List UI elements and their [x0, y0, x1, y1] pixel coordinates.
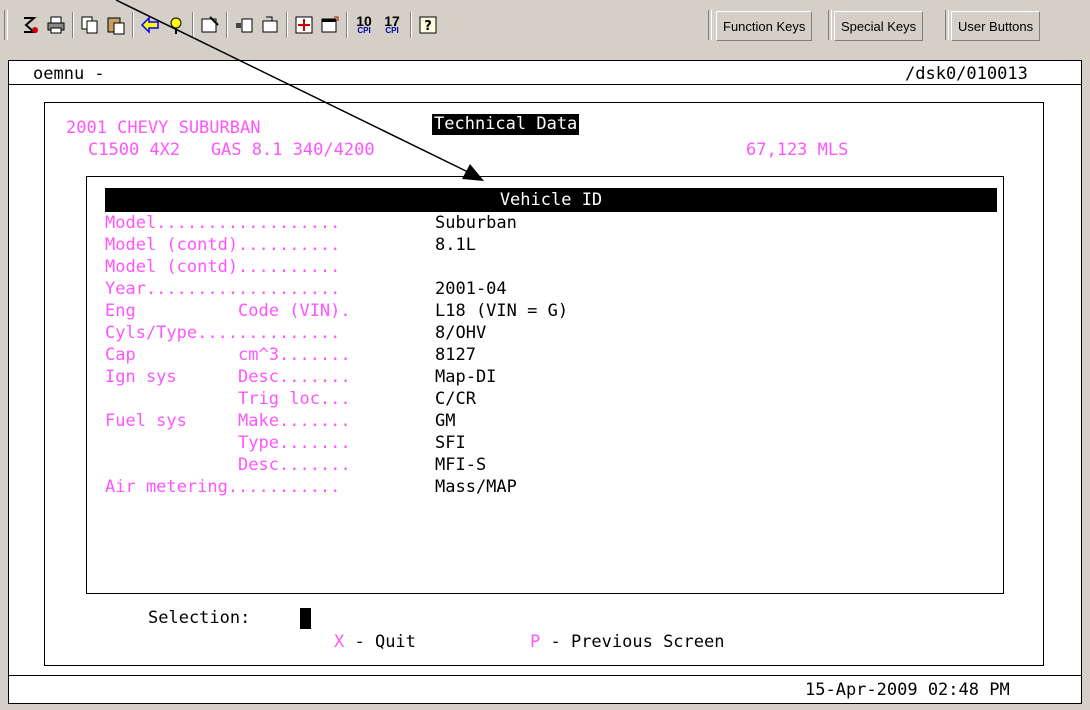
annotation-arrow [115, 0, 484, 181]
